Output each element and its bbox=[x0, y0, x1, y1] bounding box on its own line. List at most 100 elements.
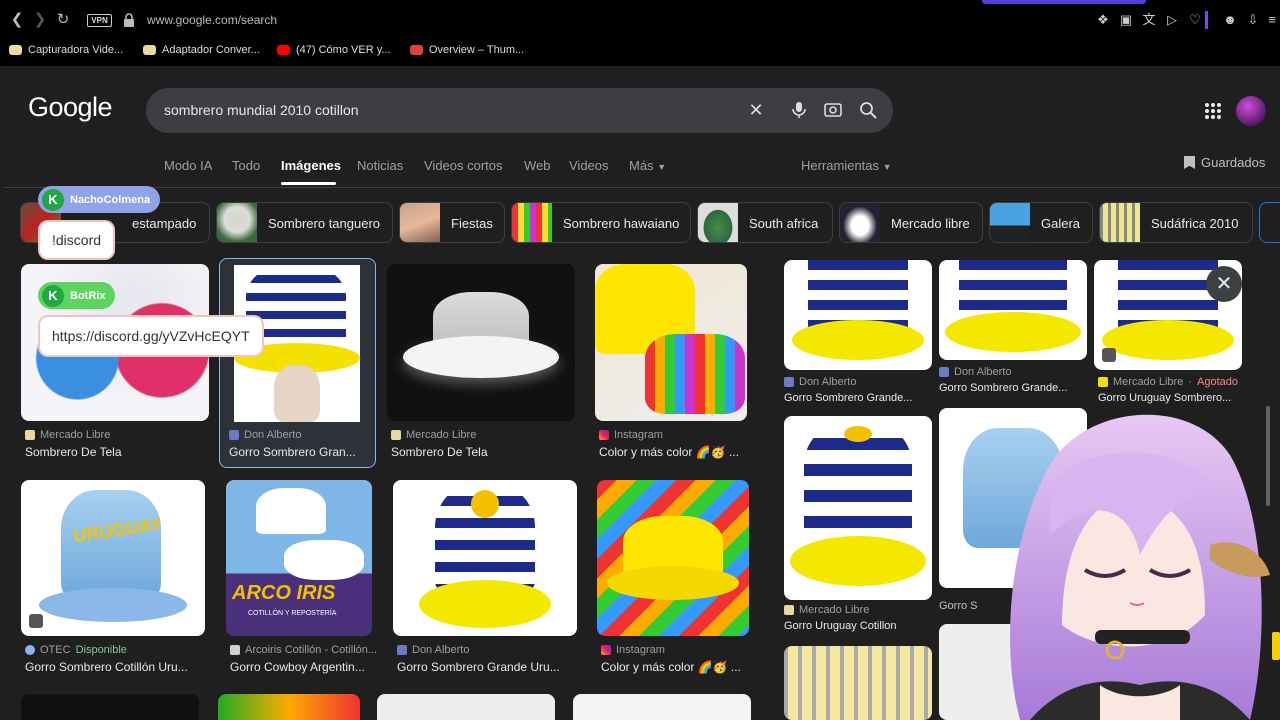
result-title[interactable]: Color y más color 🌈🥳 ... bbox=[601, 660, 751, 674]
related-title[interactable]: Gorro Sombrero Grande... bbox=[784, 392, 932, 404]
tools-button[interactable]: Herramientas ▼ bbox=[801, 158, 892, 173]
hat-rainbow bbox=[645, 334, 745, 414]
translate-icon[interactable]: 文 bbox=[1141, 12, 1157, 28]
tab-todo[interactable]: Todo bbox=[232, 158, 260, 173]
result-source[interactable]: Arcoiris Cotillón - Cotillón... bbox=[230, 644, 377, 656]
screenshot-icon[interactable]: ▣ bbox=[1118, 12, 1134, 28]
source-label: Mercado Libre bbox=[40, 429, 111, 441]
result-thumbnail[interactable] bbox=[21, 694, 199, 720]
close-preview-button[interactable]: ✕ bbox=[1206, 266, 1242, 302]
caret-down-icon: ▼ bbox=[657, 162, 667, 172]
tab-noticias[interactable]: Noticias bbox=[357, 158, 403, 173]
chip-galera[interactable]: Galera bbox=[989, 202, 1093, 243]
tab-imagenes[interactable]: Imágenes bbox=[281, 158, 341, 173]
result-title[interactable]: Sombrero De Tela bbox=[25, 445, 209, 459]
chip-label: Sombrero tanguero bbox=[268, 216, 381, 231]
related-source[interactable]: Mercado Libre bbox=[784, 604, 869, 616]
result-thumbnail[interactable]: URUGUAY bbox=[21, 480, 205, 636]
menu-icon[interactable]: ≡ bbox=[1266, 12, 1278, 28]
chip-sudafrica-2010[interactable]: Sudáfrica 2010 bbox=[1099, 202, 1253, 243]
vpn-badge[interactable]: VPN bbox=[87, 14, 112, 27]
result-source[interactable]: Mercado Libre bbox=[391, 429, 476, 441]
apps-grid-icon[interactable] bbox=[1204, 102, 1222, 120]
clear-icon[interactable]: ✕ bbox=[746, 100, 766, 120]
result-card[interactable]: URUGUAY OTEC Disponible Gorro Sombrero Co… bbox=[21, 480, 205, 678]
bookmark-pin-icon[interactable]: ❖ bbox=[1095, 12, 1111, 28]
result-source[interactable]: Instagram bbox=[601, 644, 665, 656]
result-source[interactable]: Don Alberto bbox=[229, 429, 301, 441]
back-icon[interactable]: ❮ bbox=[8, 11, 26, 29]
result-card-selected[interactable]: Don Alberto Gorro Sombrero Gran... bbox=[219, 258, 376, 468]
source-label: Mercado Libre bbox=[406, 429, 477, 441]
result-source[interactable]: Don Alberto bbox=[397, 644, 469, 656]
result-card[interactable]: Instagram Color y más color 🌈🥳 ... bbox=[595, 264, 747, 462]
tab-web[interactable]: Web bbox=[524, 158, 551, 173]
url-text[interactable]: www.google.com/search bbox=[147, 13, 277, 27]
mercadolibre-icon bbox=[391, 430, 401, 440]
tab-videos[interactable]: Videos bbox=[569, 158, 609, 173]
related-thumbnail[interactable] bbox=[784, 646, 932, 720]
related-title[interactable]: Gorro Uruguay Cotillon bbox=[784, 620, 932, 632]
account-avatar[interactable] bbox=[1236, 96, 1266, 126]
search-box[interactable]: sombrero mundial 2010 cotillon ✕ bbox=[146, 88, 893, 133]
tag-icon bbox=[29, 614, 43, 628]
result-title[interactable]: Gorro Cowboy Argentin... bbox=[230, 660, 372, 674]
result-title[interactable]: Sombrero De Tela bbox=[391, 445, 575, 459]
play-icon[interactable]: ▷ bbox=[1164, 12, 1180, 28]
lens-icon[interactable] bbox=[823, 100, 843, 120]
result-title[interactable]: Gorro Sombrero Gran... bbox=[229, 445, 369, 459]
tab-modo-ia[interactable]: Modo IA bbox=[164, 158, 212, 173]
bookmark-item[interactable]: Adaptador Conver... bbox=[143, 44, 260, 56]
bookmark-item[interactable]: (47) Cómo VER y... bbox=[277, 44, 391, 56]
result-card[interactable]: Mercado Libre Sombrero De Tela bbox=[387, 264, 575, 462]
result-thumbnail[interactable] bbox=[393, 480, 577, 636]
chip-next[interactable] bbox=[1259, 202, 1280, 243]
result-thumbnail[interactable] bbox=[597, 480, 749, 636]
chip-label: Galera bbox=[1041, 216, 1081, 231]
related-thumbnail[interactable] bbox=[784, 416, 932, 600]
result-source[interactable]: OTEC Disponible bbox=[25, 644, 127, 656]
microphone-icon[interactable] bbox=[789, 100, 809, 120]
result-thumbnail[interactable] bbox=[573, 694, 751, 720]
result-title[interactable]: Color y más color 🌈🥳 ... bbox=[599, 445, 749, 459]
result-card[interactable]: Don Alberto Gorro Sombrero Grande Uru... bbox=[393, 480, 577, 678]
tab-videos-cortos[interactable]: Videos cortos bbox=[424, 158, 503, 173]
related-source[interactable]: Don Alberto bbox=[939, 366, 1011, 378]
download-icon[interactable]: ⇩ bbox=[1245, 12, 1261, 28]
result-thumbnail[interactable] bbox=[595, 264, 747, 421]
search-input[interactable]: sombrero mundial 2010 cotillon bbox=[164, 102, 359, 118]
bookmark-item[interactable]: Capturadora Vide... bbox=[9, 44, 123, 56]
forward-icon[interactable]: ❯ bbox=[31, 11, 49, 29]
bookmark-item[interactable]: Overview – Thum... bbox=[410, 44, 524, 56]
heart-icon[interactable]: ♡ bbox=[1187, 12, 1203, 28]
chip-south-africa[interactable]: South africa bbox=[697, 202, 833, 243]
chip-mercado-libre[interactable]: Mercado libre bbox=[839, 202, 983, 243]
related-source[interactable]: Don Alberto bbox=[784, 376, 856, 388]
related-source[interactable]: Gorro S bbox=[939, 600, 978, 612]
result-title[interactable]: Gorro Sombrero Grande Uru... bbox=[397, 660, 577, 674]
site-icon bbox=[230, 645, 240, 655]
availability-status: Disponible bbox=[75, 644, 127, 656]
related-thumbnail[interactable] bbox=[784, 260, 932, 370]
result-thumbnail[interactable] bbox=[218, 694, 360, 720]
result-thumbnail[interactable] bbox=[387, 264, 575, 421]
reload-icon[interactable]: ↻ bbox=[54, 11, 72, 29]
related-thumbnail[interactable] bbox=[939, 260, 1087, 360]
saved-button[interactable]: Guardados bbox=[1184, 155, 1265, 170]
profile-icon[interactable]: ☻ bbox=[1222, 12, 1238, 28]
tab-mas[interactable]: Más ▼ bbox=[629, 158, 666, 173]
chip-sombrero-tanguero[interactable]: Sombrero tanguero bbox=[216, 202, 393, 243]
result-card[interactable]: Instagram Color y más color 🌈🥳 ... bbox=[597, 480, 749, 678]
chip-fiestas[interactable]: Fiestas bbox=[399, 202, 505, 243]
result-thumbnail[interactable]: ARCO IRIS COTILLÓN Y REPOSTERÍA bbox=[226, 480, 372, 636]
result-title[interactable]: Gorro Sombrero Cotillón Uru... bbox=[25, 660, 205, 674]
search-icon[interactable] bbox=[858, 100, 878, 120]
result-source[interactable]: Instagram bbox=[599, 429, 663, 441]
chip-sombrero-hawaiano[interactable]: Sombrero hawaiano bbox=[511, 202, 691, 243]
chip-thumbnail bbox=[217, 203, 257, 242]
result-card[interactable]: ARCO IRIS COTILLÓN Y REPOSTERÍA Arcoiris… bbox=[226, 480, 377, 678]
lock-icon[interactable] bbox=[122, 12, 136, 28]
google-logo[interactable]: Google bbox=[28, 92, 113, 123]
result-source[interactable]: Mercado Libre bbox=[25, 429, 110, 441]
result-thumbnail[interactable] bbox=[377, 694, 555, 720]
